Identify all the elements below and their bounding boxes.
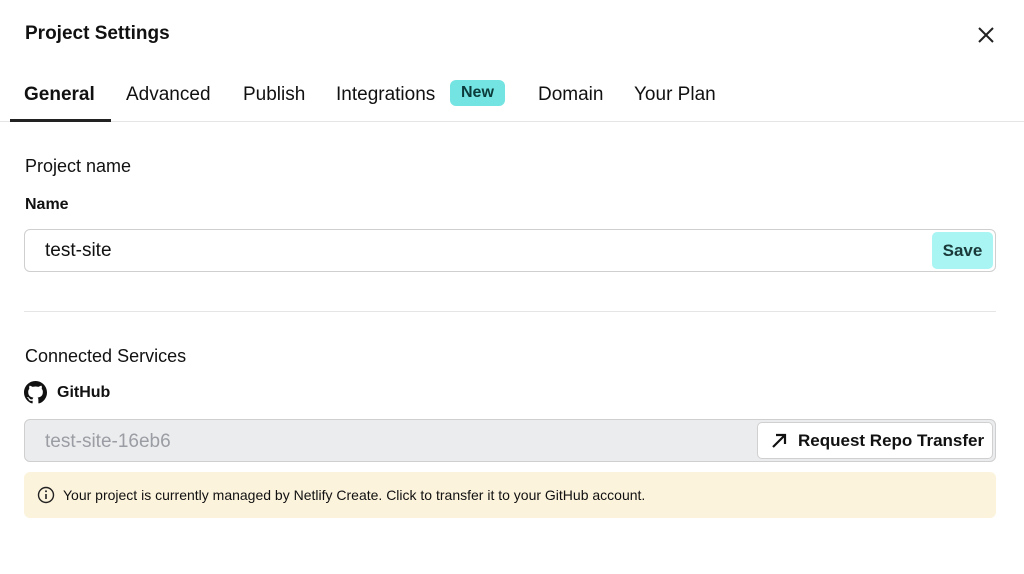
github-provider: GitHub bbox=[24, 381, 110, 404]
save-button[interactable]: Save bbox=[932, 232, 993, 269]
arrow-up-right-icon bbox=[772, 433, 787, 448]
transfer-label: Request Repo Transfer bbox=[798, 430, 985, 450]
tab-general[interactable]: General bbox=[10, 84, 111, 122]
tab-integrations[interactable]: Integrations bbox=[336, 84, 435, 122]
tab-advanced[interactable]: Advanced bbox=[126, 84, 211, 122]
name-label: Name bbox=[25, 196, 69, 213]
tab-your-plan[interactable]: Your Plan bbox=[634, 84, 716, 122]
repo-name: test-site-16eb6 bbox=[45, 431, 171, 452]
dialog-title: Project Settings bbox=[25, 23, 170, 44]
request-repo-transfer-button[interactable]: Request Repo Transfer bbox=[757, 422, 993, 459]
tab-bar: General Advanced Publish Integrations Ne… bbox=[0, 78, 1024, 122]
divider bbox=[24, 311, 996, 312]
info-icon bbox=[37, 486, 55, 504]
name-input[interactable] bbox=[45, 240, 895, 262]
github-icon bbox=[24, 381, 47, 404]
name-field: Save bbox=[24, 229, 996, 272]
project-name-heading: Project name bbox=[25, 156, 132, 176]
repo-field: test-site-16eb6 Request Repo Transfer bbox=[24, 419, 996, 462]
notice-text: Your project is currently managed by Net… bbox=[63, 487, 646, 503]
tab-domain[interactable]: Domain bbox=[538, 84, 603, 122]
transfer-notice: Your project is currently managed by Net… bbox=[24, 472, 996, 518]
close-icon[interactable] bbox=[975, 24, 997, 46]
connected-services-heading: Connected Services bbox=[25, 346, 187, 366]
github-label: GitHub bbox=[57, 383, 111, 401]
new-badge: New bbox=[450, 80, 505, 106]
tab-publish[interactable]: Publish bbox=[243, 84, 305, 122]
